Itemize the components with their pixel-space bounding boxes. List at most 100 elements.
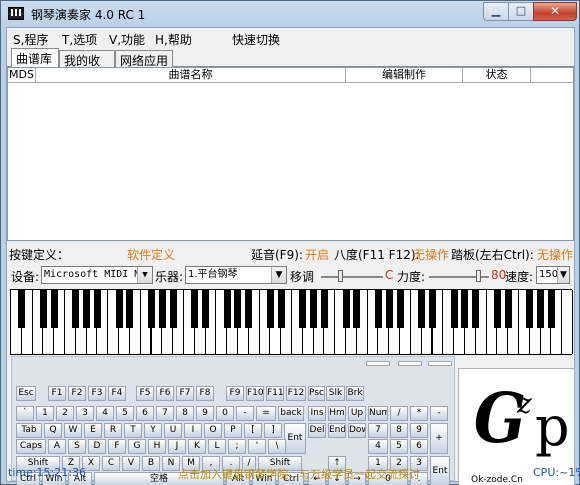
piano-black-key[interactable] (266, 290, 274, 328)
column-score-name[interactable]: 曲谱名称 (36, 68, 346, 82)
tab-library[interactable]: 曲谱库 (11, 48, 59, 68)
key-L[interactable]: L (208, 439, 226, 454)
key-sym[interactable]: ' (248, 439, 266, 454)
key-F12[interactable]: F12 (286, 386, 306, 401)
transpose-slider-thumb[interactable] (338, 270, 343, 282)
key-Y[interactable]: Y (144, 423, 162, 438)
instrument-select[interactable]: 1.平台钢琴 ▼ (185, 266, 287, 284)
key-4[interactable]: 4 (368, 439, 388, 454)
piano-black-key[interactable] (429, 290, 436, 328)
key-G[interactable]: G (128, 439, 146, 454)
piano-black-key[interactable] (526, 290, 534, 328)
piano-white-key[interactable] (562, 290, 573, 354)
key-H[interactable]: H (148, 439, 166, 454)
key-def-value[interactable]: 软件定义 (127, 246, 175, 263)
menu-help[interactable]: H,帮助 (155, 31, 192, 48)
key-Q[interactable]: Q (44, 423, 62, 438)
key-F10[interactable]: F10 (246, 386, 264, 401)
strength-slider-thumb[interactable] (476, 270, 481, 282)
piano-black-key[interactable] (202, 290, 210, 328)
piano-black-key[interactable] (537, 290, 545, 328)
key-A[interactable]: A (48, 439, 66, 454)
key-sym[interactable]: ; (228, 439, 246, 454)
key-F[interactable]: F (108, 439, 126, 454)
key-T[interactable]: T (124, 423, 142, 438)
piano-black-key[interactable] (504, 290, 512, 328)
key-sym[interactable]: + (430, 423, 448, 454)
piano-black-key[interactable] (320, 290, 328, 328)
key-8[interactable]: 8 (176, 406, 194, 421)
key-sym[interactable]: * (410, 406, 428, 421)
key-F9[interactable]: F9 (226, 386, 244, 401)
key-Psc[interactable]: Psc (308, 386, 325, 401)
piano-black-key[interactable] (310, 290, 318, 328)
maximize-button[interactable]: □ (508, 2, 534, 21)
key-sym[interactable]: = (256, 406, 276, 421)
key-sym[interactable]: ` (16, 406, 34, 421)
octave-value[interactable]: 无操作 (413, 246, 449, 263)
key-Brk[interactable]: Brk (346, 386, 364, 401)
key-J[interactable]: J (168, 439, 186, 454)
piano-black-key[interactable] (191, 290, 199, 328)
piano-black-key[interactable] (234, 290, 242, 328)
key-F6[interactable]: F6 (156, 386, 174, 401)
key-F8[interactable]: F8 (196, 386, 214, 401)
speed-select[interactable]: 150 ▼ (536, 266, 570, 284)
key-Up[interactable]: Up (348, 406, 366, 421)
key-E[interactable]: E (84, 423, 102, 438)
key-Ent[interactable]: Ent (284, 423, 306, 454)
key-F5[interactable]: F5 (136, 386, 154, 401)
column-status[interactable]: 状态 (463, 68, 531, 82)
key-3[interactable]: 3 (76, 406, 94, 421)
piano-black-key[interactable] (277, 290, 285, 328)
piano-black-key[interactable] (353, 290, 361, 328)
key-K[interactable]: K (188, 439, 206, 454)
key-9[interactable]: 9 (410, 423, 428, 438)
key-0[interactable]: 0 (216, 406, 234, 421)
key-End[interactable]: End (328, 423, 346, 438)
transpose-slider[interactable] (321, 276, 383, 278)
key-sym[interactable]: \ (268, 439, 286, 454)
key-Tab[interactable]: Tab (16, 423, 42, 438)
menu-functions[interactable]: V,功能 (109, 31, 145, 48)
key-Hm[interactable]: Hm (328, 406, 346, 421)
tab-favorites[interactable]: 我的收藏 (59, 50, 115, 85)
device-select[interactable]: Microsoft MIDI M ▼ (41, 266, 153, 284)
piano-black-key[interactable] (342, 290, 350, 328)
key-D[interactable]: D (88, 439, 106, 454)
piano-black-key[interactable] (169, 290, 177, 328)
score-list[interactable]: MDS 曲谱名称 编辑制作 状态 (7, 67, 574, 241)
key-4[interactable]: 4 (96, 406, 114, 421)
piano-black-key[interactable] (385, 290, 393, 328)
key-7[interactable]: 7 (156, 406, 174, 421)
key-Del[interactable]: Del (308, 423, 326, 438)
piano-black-key[interactable] (418, 290, 426, 328)
piano-black-key[interactable] (50, 290, 58, 328)
key-1[interactable]: 1 (36, 406, 54, 421)
menu-program[interactable]: S,程序 (13, 31, 48, 48)
key-back[interactable]: back (278, 406, 304, 421)
key-Dow[interactable]: Dow (348, 423, 366, 438)
key-W[interactable]: W (64, 423, 82, 438)
piano-black-key[interactable] (472, 290, 480, 328)
key-sym[interactable]: - (236, 406, 254, 421)
piano-black-key[interactable] (83, 290, 91, 328)
key-sym[interactable]: ] (264, 423, 282, 438)
key-P[interactable]: P (224, 423, 242, 438)
key-Esc[interactable]: Esc (16, 386, 36, 401)
close-button[interactable]: ✕ (533, 2, 577, 21)
pedal-value[interactable]: 无操作 (537, 246, 573, 263)
key-I[interactable]: I (184, 423, 202, 438)
piano-black-key[interactable] (39, 290, 47, 328)
piano-black-key[interactable] (72, 290, 80, 328)
piano-black-key[interactable] (461, 290, 469, 328)
key-F1[interactable]: F1 (48, 386, 66, 401)
key-F7[interactable]: F7 (176, 386, 194, 401)
key-sym[interactable]: [ (244, 423, 262, 438)
key-F4[interactable]: F4 (108, 386, 126, 401)
menu-options[interactable]: T,选项 (62, 31, 97, 48)
key-9[interactable]: 9 (196, 406, 214, 421)
key-2[interactable]: 2 (56, 406, 74, 421)
key-R[interactable]: R (104, 423, 122, 438)
menu-quick-switch[interactable]: 快速切换 (232, 31, 280, 48)
